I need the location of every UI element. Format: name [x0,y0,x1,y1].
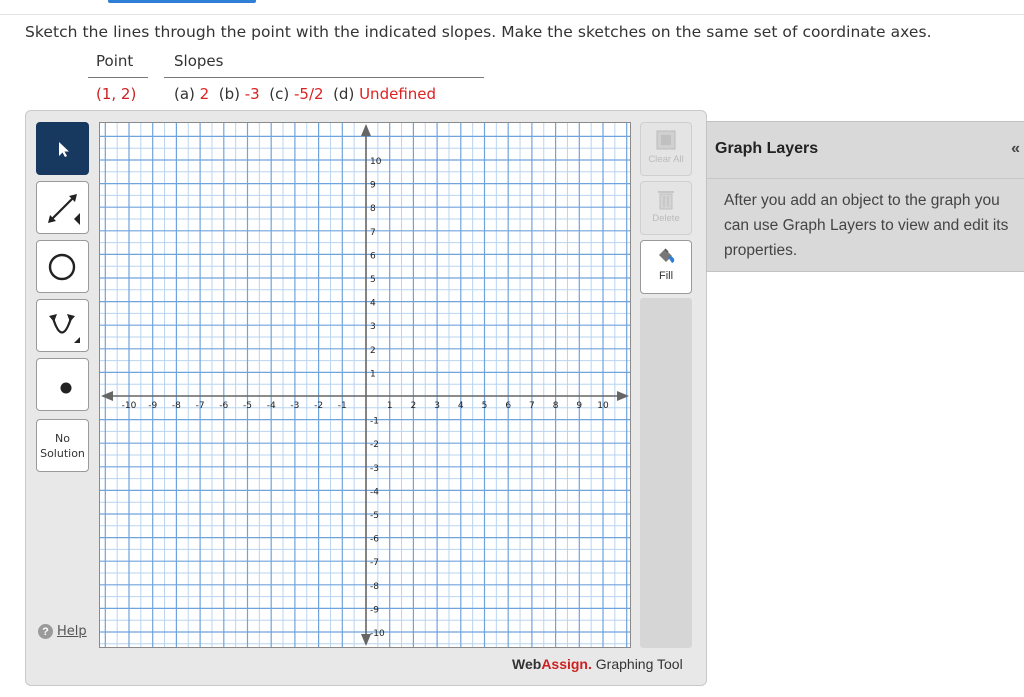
x-tick-label: -6 [219,401,228,411]
help-label: Help [57,624,87,639]
y-tick-label: 10 [370,157,382,167]
point-tool-button[interactable] [36,358,89,411]
x-tick-label: -1 [338,401,347,411]
x-tick-label: 4 [458,401,464,411]
circle-tool-button[interactable] [36,240,89,293]
y-tick-label: -5 [370,511,379,521]
line-icon [47,193,80,225]
x-tick-label: -2 [314,401,323,411]
parabola-tool-button[interactable] [36,299,89,352]
slope-b-prefix: (b) [209,85,245,103]
circle-icon [48,253,75,280]
y-tick-label: 5 [370,275,376,285]
top-accent-bar [108,0,256,3]
y-axis-arrow-up [361,124,371,136]
graph-layers-divider [707,178,1024,179]
slope-a-value: 2 [199,85,210,103]
question-text: Sketch the lines through the point with … [25,23,932,41]
top-divider [0,14,1024,15]
delete-button[interactable]: Delete [640,181,692,235]
help-icon: ? [38,624,53,639]
y-tick-label: 9 [370,181,376,191]
fill-label: Fill [658,270,674,282]
webassign-branding: WebAssign. Graphing Tool [512,656,683,672]
graph-layers-title: Graph Layers [715,140,819,157]
x-tick-label: -4 [267,401,276,411]
right-toolbar-bg [640,298,692,648]
graph-layers-description: After you add an object to the graph you… [724,192,1009,259]
fill-button[interactable]: Fill [640,240,692,294]
x-tick-label: 6 [505,401,511,411]
y-tick-label: -3 [370,464,379,474]
brand-assign: Assign. [541,656,592,672]
slope-a-prefix: (a) [174,85,200,103]
help-link[interactable]: ? Help [38,624,87,639]
slopes-value: (a) 2 (b) -3 (c) -5/2 (d) Undefined [174,85,436,103]
clear-all-icon [656,130,676,150]
pointer-tool-button[interactable] [36,122,89,175]
point-icon [60,382,71,393]
y-tick-label: -9 [370,605,379,615]
x-tick-label: 1 [387,401,393,411]
slope-d-prefix: (d) [323,85,360,103]
y-tick-label: 4 [370,299,376,309]
y-tick-label: 2 [370,346,376,356]
brand-web: Web [512,656,542,672]
y-tick-label: -2 [370,440,379,450]
graph-canvas[interactable]: -10 -9 -8 -7 -6 -5 -4 -3 -2 -1 1 2 3 4 5 6 7 8 9 10 10 9 8 7 6 5 4… [99,122,631,648]
brand-tool: Graphing Tool [591,656,683,672]
y-tick-label: 3 [370,322,376,332]
x-tick-label: -9 [148,401,157,411]
header-rule-point [88,77,148,78]
x-tick-label: -10 [122,401,137,411]
x-tick-label: 10 [597,401,609,411]
coordinate-grid[interactable]: -10 -9 -8 -7 -6 -5 -4 -3 -2 -1 1 2 3 4 5 6 7 8 9 10 10 9 8 7 6 5 4… [100,123,630,647]
delete-label: Delete [652,213,680,224]
header-rule-slopes [164,77,484,78]
y-tick-label: 7 [370,228,376,238]
no-solution-label: No Solution [40,431,85,460]
y-tick-label: -7 [370,558,379,568]
x-tick-label: -3 [290,401,299,411]
header-point: Point [96,52,134,70]
x-tick-label: 3 [434,401,440,411]
x-tick-label: 7 [529,401,535,411]
paint-bucket-icon [659,248,675,263]
y-tick-label: -10 [370,629,385,639]
y-tick-label: 6 [370,251,376,261]
slope-c-value: -5/2 [293,85,324,103]
y-tick-label: 1 [370,369,376,379]
graph-layers-panel: Graph Layers « After you add an object t… [706,121,1024,272]
header-slopes: Slopes [174,52,224,70]
slope-b-value: -3 [244,85,260,103]
x-tick-label: -7 [196,401,205,411]
clear-all-button[interactable]: Clear All [640,122,692,176]
x-tick-label: 8 [553,401,559,411]
x-tick-label: 2 [411,401,417,411]
y-tick-label: -6 [370,535,379,545]
y-tick-label: -4 [370,487,379,497]
y-tick-label: -8 [370,582,379,592]
clear-all-label: Clear All [648,154,684,165]
x-tick-label: -5 [243,401,252,411]
parabola-icon [48,313,80,343]
y-tick-label: 8 [370,204,376,214]
trash-icon [658,191,674,210]
slope-c-prefix: (c) [259,85,294,103]
pointer-icon [58,141,69,157]
slope-d-value: Undefined [359,85,437,103]
x-tick-label: 9 [576,401,582,411]
y-tick-label: -1 [370,417,379,427]
x-tick-label: -8 [172,401,181,411]
point-value: (1, 2) [96,85,137,103]
no-solution-button[interactable]: No Solution [36,419,89,472]
collapse-icon[interactable]: « [1011,140,1020,158]
x-tick-label: 5 [482,401,488,411]
line-tool-button[interactable] [36,181,89,234]
x-axis-arrow-left [101,391,113,401]
